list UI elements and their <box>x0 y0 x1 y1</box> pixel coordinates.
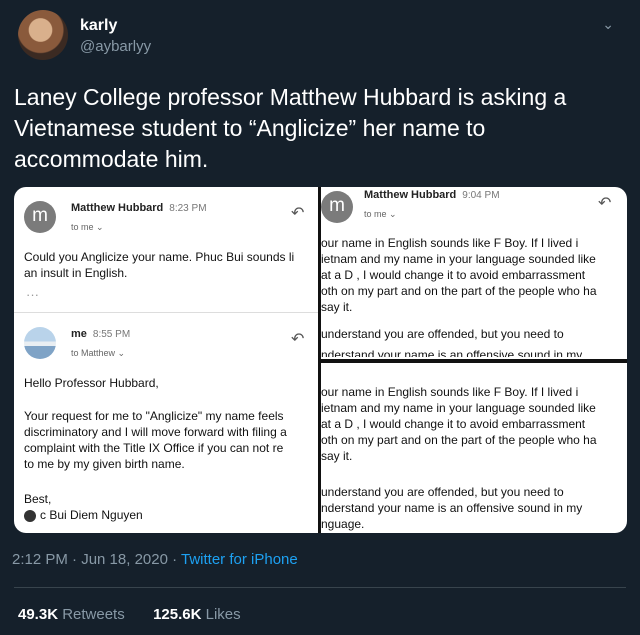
divider <box>14 312 318 313</box>
tweet-stats: 49.3K Retweets 125.6K Likes <box>18 606 241 623</box>
email-body-line: nderstand your name is an offensive soun… <box>321 501 583 515</box>
email-body-line: an insult in English. <box>24 266 128 280</box>
email-body-line: at a D , I would change it to avoid emba… <box>321 417 586 431</box>
tweet-text: Laney College professor Matthew Hubbard … <box>14 84 567 172</box>
email-sender: Matthew Hubbard 8:23 PM <box>71 202 207 214</box>
email-body-line: discriminatory and I will move forward w… <box>24 425 287 439</box>
email-signature: c Bui Diem Nguyen <box>24 507 143 523</box>
email-body-line: nderstand your name is an offensive soun… <box>321 348 583 357</box>
tweet-header: karly @aybarlyy ⌄ <box>18 10 622 66</box>
email-greeting: Hello Professor Hubbard, <box>24 376 159 390</box>
email-body-line: nguage. <box>321 517 365 531</box>
email-body-line: Could you Anglicize your name. Phuc Bui … <box>24 250 295 264</box>
email-sender: Matthew Hubbard 9:04 PM <box>364 189 500 201</box>
email-body-line: ietnam and my name in your language soun… <box>321 252 596 266</box>
sender-avatar: m <box>321 191 353 223</box>
email-closing: Best, <box>24 492 52 506</box>
tweet-meta: 2:12 PM · Jun 18, 2020 · Twitter for iPh… <box>12 551 298 568</box>
sender-avatar: m <box>24 201 56 233</box>
email-body-line: Your request for me to "Anglicize" my na… <box>24 409 284 423</box>
reply-arrow-icon: ↶ <box>598 195 612 212</box>
author-handle[interactable]: @aybarlyy <box>80 38 151 55</box>
email-body-line: understand you are offended, but you nee… <box>321 327 564 341</box>
tweet-timestamp[interactable]: 2:12 PM · Jun 18, 2020 · <box>12 551 181 568</box>
email-body-line: oth on my part and on the part of the pe… <box>321 284 597 298</box>
email-recipient: to me ⌄ <box>364 209 397 219</box>
tweet-image[interactable]: m Matthew Hubbard 8:23 PM to me ⌄ ↶ Could… <box>14 187 627 533</box>
reply-arrow-icon: ↶ <box>291 205 305 222</box>
email-body-line: complaint with the Title IX Office if yo… <box>24 441 284 455</box>
tweet-source-link[interactable]: Twitter for iPhone <box>181 551 298 568</box>
email-body-line: ietnam and my name in your language soun… <box>321 401 596 415</box>
email-body-line: oth on my part and on the part of the pe… <box>321 433 597 447</box>
email-body-line: say it. <box>321 300 353 314</box>
author-name[interactable]: karly <box>80 17 117 35</box>
email-body-line: say it. <box>321 449 353 463</box>
email-recipient: to Matthew ⌄ <box>71 348 126 358</box>
likes-stat[interactable]: 125.6K Likes <box>153 606 241 623</box>
avatar[interactable] <box>18 10 68 60</box>
email-body-line: at a D , I would change it to avoid emba… <box>321 268 586 282</box>
reply-arrow-icon: ↶ <box>291 331 305 348</box>
divider <box>14 587 626 588</box>
divider <box>318 359 627 363</box>
sender-avatar <box>24 327 56 359</box>
more-dots-icon: ··· <box>26 287 39 302</box>
email-sender: me 8:55 PM <box>71 328 131 340</box>
chevron-down-icon[interactable]: ⌄ <box>602 16 614 33</box>
email-body-line: understand you are offended, but you nee… <box>321 485 564 499</box>
email-recipient: to me ⌄ <box>71 222 104 232</box>
email-body-line: our name in English sounds like F Boy. I… <box>321 236 579 250</box>
retweets-stat[interactable]: 49.3K Retweets <box>18 606 125 623</box>
email-body-line: to me by my given birth name. <box>24 457 185 471</box>
email-body-line: our name in English sounds like F Boy. I… <box>321 385 579 399</box>
